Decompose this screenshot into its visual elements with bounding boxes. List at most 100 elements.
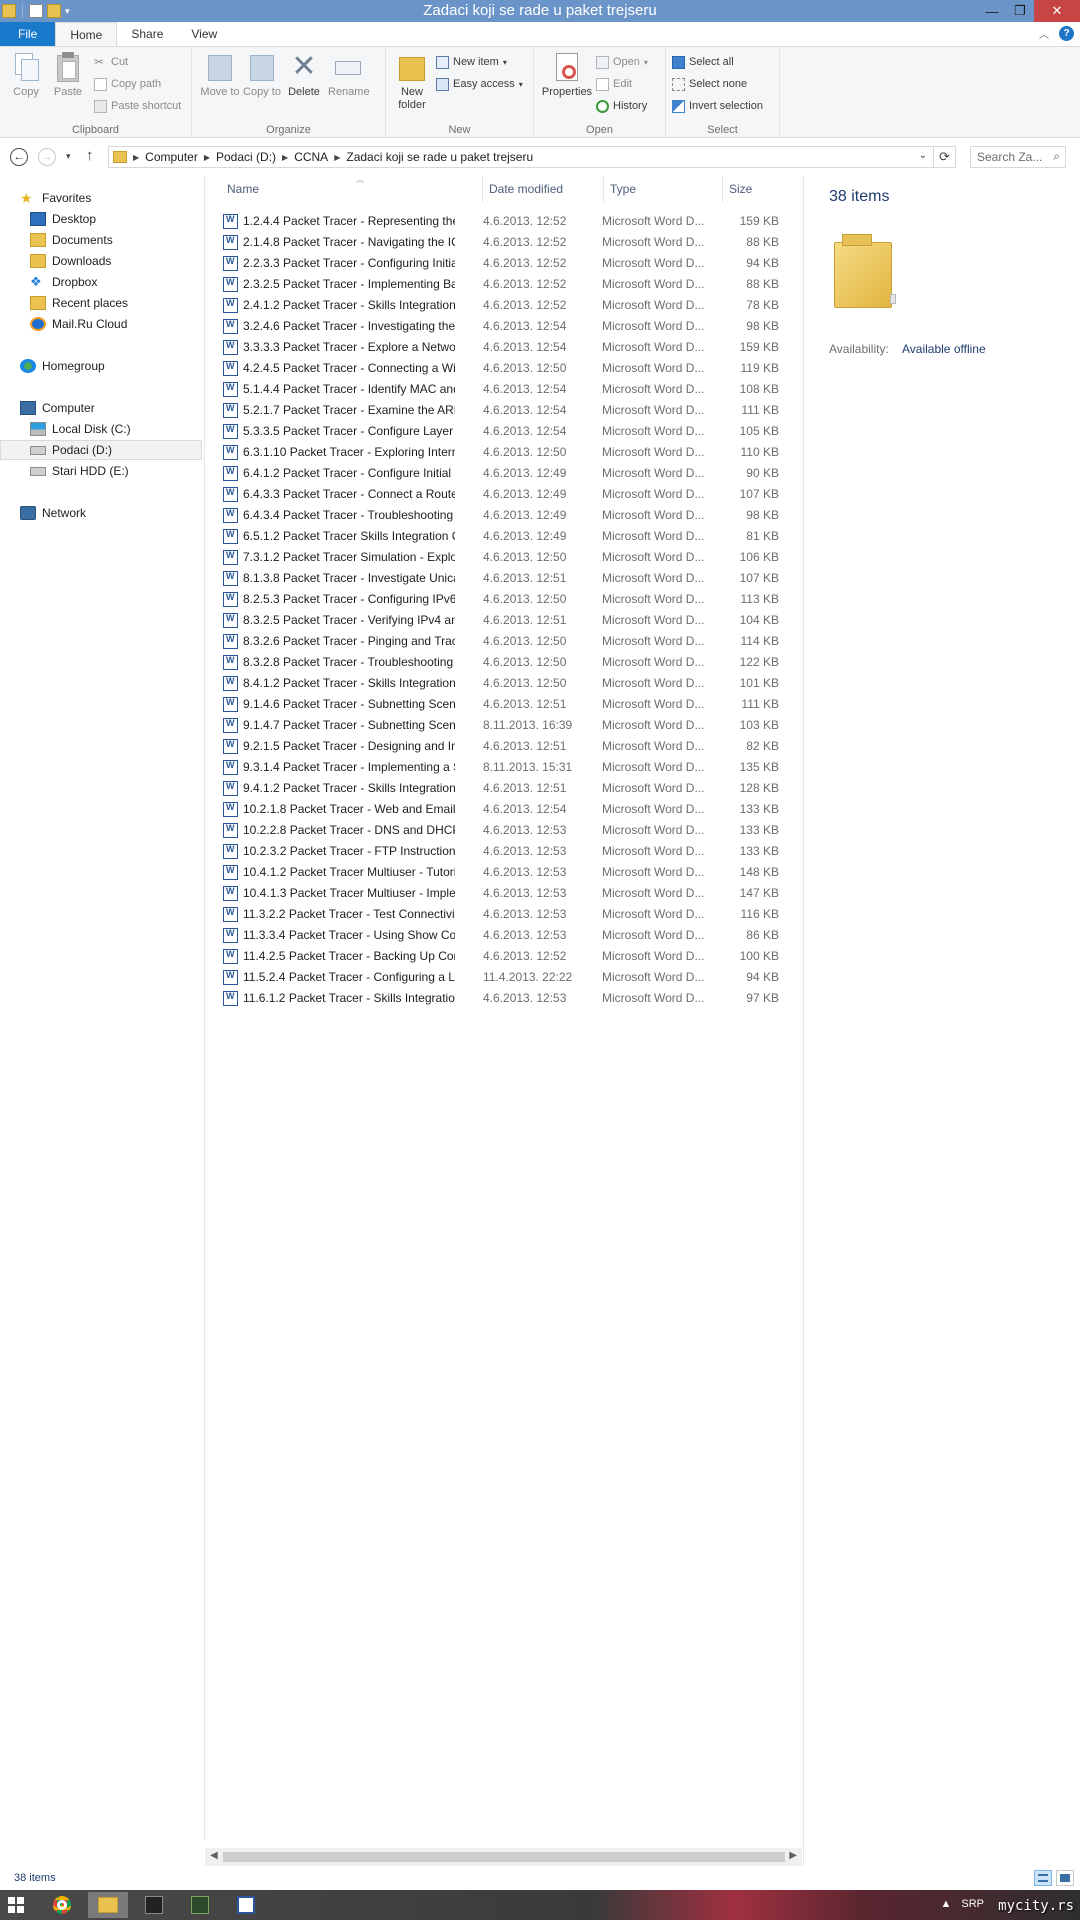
move-to-button[interactable]: Move to: [200, 51, 240, 99]
copy-button[interactable]: Copy: [6, 51, 46, 99]
file-row[interactable]: 2.3.2.5 Packet Tracer - Implementing Bas…: [221, 274, 799, 295]
tab-home[interactable]: Home: [55, 22, 118, 46]
recent-locations-button[interactable]: ▾: [66, 151, 71, 162]
file-row[interactable]: 10.2.3.2 Packet Tracer - FTP Instruction…: [221, 841, 799, 862]
history-button[interactable]: History: [596, 97, 647, 115]
file-row[interactable]: 9.2.1.5 Packet Tracer - Designing and Im…: [221, 736, 799, 757]
file-row[interactable]: 5.2.1.7 Packet Tracer - Examine the ARP …: [221, 400, 799, 421]
file-row[interactable]: 11.3.3.4 Packet Tracer - Using Show Com.…: [221, 925, 799, 946]
file-row[interactable]: 10.4.1.2 Packet Tracer Multiuser - Tutor…: [221, 862, 799, 883]
nav-homegroup[interactable]: Homegroup: [20, 356, 105, 376]
file-row[interactable]: 9.3.1.4 Packet Tracer - Implementing a S…: [221, 757, 799, 778]
forward-button[interactable]: →: [38, 148, 56, 166]
address-dropdown-icon[interactable]: ⌄: [919, 150, 927, 161]
column-header-date-modified[interactable]: Date modified: [483, 176, 604, 202]
new-item-button[interactable]: New item ▾: [436, 53, 507, 71]
file-row[interactable]: 8.3.2.8 Packet Tracer - Troubleshooting …: [221, 652, 799, 673]
file-row[interactable]: 8.3.2.5 Packet Tracer - Verifying IPv4 a…: [221, 610, 799, 631]
scrollbar-thumb[interactable]: [223, 1852, 785, 1862]
refresh-button[interactable]: ⟳: [934, 146, 956, 168]
large-icons-view-button[interactable]: [1056, 1870, 1074, 1886]
scroll-right-icon[interactable]: ▶: [789, 1850, 797, 1861]
search-input[interactable]: Search Za... ⌕: [970, 146, 1066, 168]
file-row[interactable]: 2.1.4.8 Packet Tracer - Navigating the I…: [221, 232, 799, 253]
nav-mailru-cloud[interactable]: Mail.Ru Cloud: [30, 314, 127, 334]
nav-dropbox[interactable]: ❖ Dropbox: [30, 272, 97, 292]
breadcrumb-computer[interactable]: Computer: [139, 150, 204, 164]
tab-share[interactable]: Share: [117, 22, 177, 46]
nav-local-disk-c[interactable]: Local Disk (C:): [30, 419, 131, 439]
file-row[interactable]: 9.4.1.2 Packet Tracer - Skills Integrati…: [221, 778, 799, 799]
easy-access-button[interactable]: Easy access ▾: [436, 75, 523, 93]
file-row[interactable]: 11.6.1.2 Packet Tracer - Skills Integrat…: [221, 988, 799, 1009]
minimize-button[interactable]: —: [978, 0, 1006, 22]
word-icon[interactable]: [226, 1892, 266, 1918]
horizontal-scrollbar[interactable]: ◀ ▶: [205, 1848, 802, 1866]
breadcrumb-podaci[interactable]: Podaci (D:): [210, 150, 282, 164]
file-row[interactable]: 8.2.5.3 Packet Tracer - Configuring IPv6…: [221, 589, 799, 610]
breadcrumb-current-folder[interactable]: Zadaci koji se rade u paket trejseru: [340, 150, 539, 164]
file-row[interactable]: 10.2.2.8 Packet Tracer - DNS and DHCP I.…: [221, 820, 799, 841]
file-row[interactable]: 7.3.1.2 Packet Tracer Simulation - Explo…: [221, 547, 799, 568]
file-row[interactable]: 8.1.3.8 Packet Tracer - Investigate Unic…: [221, 568, 799, 589]
invert-selection-button[interactable]: Invert selection: [672, 97, 763, 115]
nav-documents[interactable]: Documents: [30, 230, 113, 250]
tab-view[interactable]: View: [177, 22, 231, 46]
file-row[interactable]: 10.4.1.3 Packet Tracer Multiuser - Imple…: [221, 883, 799, 904]
file-row[interactable]: 3.2.4.6 Packet Tracer - Investigating th…: [221, 316, 799, 337]
file-row[interactable]: 2.4.1.2 Packet Tracer - Skills Integrati…: [221, 295, 799, 316]
start-icon[interactable]: [8, 1897, 24, 1913]
language-indicator[interactable]: SRP: [961, 1898, 984, 1910]
column-header-type[interactable]: Type: [604, 176, 723, 202]
file-row[interactable]: 8.3.2.6 Packet Tracer - Pinging and Trac…: [221, 631, 799, 652]
paste-shortcut-button[interactable]: Paste shortcut: [94, 97, 181, 115]
details-view-button[interactable]: [1034, 1870, 1052, 1886]
file-row[interactable]: 11.5.2.4 Packet Tracer - Configuring a L…: [221, 967, 799, 988]
nav-favorites[interactable]: ★ Favorites: [20, 188, 91, 208]
file-explorer-icon[interactable]: [88, 1892, 128, 1918]
paste-button[interactable]: Paste: [48, 51, 88, 99]
nav-recent-places[interactable]: Recent places: [30, 293, 128, 313]
breadcrumb-ccna[interactable]: CCNA: [288, 150, 334, 164]
copy-to-button[interactable]: Copy to: [242, 51, 282, 99]
file-row[interactable]: 3.3.3.3 Packet Tracer - Explore a Networ…: [221, 337, 799, 358]
close-button[interactable]: ✕: [1034, 0, 1080, 22]
back-button[interactable]: ←: [10, 148, 28, 166]
edit-button[interactable]: Edit: [596, 75, 632, 93]
select-all-button[interactable]: Select all: [672, 53, 734, 71]
help-icon[interactable]: ?: [1059, 26, 1074, 41]
file-row[interactable]: 2.2.3.3 Packet Tracer - Configuring Init…: [221, 253, 799, 274]
game-icon[interactable]: [180, 1892, 220, 1918]
address-bar[interactable]: ▶ Computer ▶ Podaci (D:) ▶ CCNA ▶ Zadaci…: [108, 146, 934, 168]
file-row[interactable]: 8.4.1.2 Packet Tracer - Skills Integrati…: [221, 673, 799, 694]
chrome-icon[interactable]: [42, 1892, 82, 1918]
nav-desktop[interactable]: Desktop: [30, 209, 96, 229]
file-row[interactable]: 6.5.1.2 Packet Tracer Skills Integration…: [221, 526, 799, 547]
file-row[interactable]: 11.3.2.2 Packet Tracer - Test Connectivi…: [221, 904, 799, 925]
file-row[interactable]: 11.4.2.5 Packet Tracer - Backing Up Conf…: [221, 946, 799, 967]
new-folder-button[interactable]: New folder: [392, 51, 432, 112]
file-row[interactable]: 6.4.3.3 Packet Tracer - Connect a Router…: [221, 484, 799, 505]
file-row[interactable]: 5.3.3.5 Packet Tracer - Configure Layer …: [221, 421, 799, 442]
file-row[interactable]: 5.1.4.4 Packet Tracer - Identify MAC and…: [221, 379, 799, 400]
select-none-button[interactable]: Select none: [672, 75, 747, 93]
terminal-icon[interactable]: [134, 1892, 174, 1918]
file-row[interactable]: 6.4.3.4 Packet Tracer - Troubleshooting …: [221, 505, 799, 526]
file-row[interactable]: 6.3.1.10 Packet Tracer - Exploring Inter…: [221, 442, 799, 463]
nav-stari-hdd-e[interactable]: Stari HDD (E:): [30, 461, 129, 481]
file-row[interactable]: 9.1.4.6 Packet Tracer - Subnetting Scena…: [221, 694, 799, 715]
copy-path-button[interactable]: Copy path: [94, 75, 161, 93]
scroll-left-icon[interactable]: ◀: [210, 1850, 218, 1861]
tray-arrow-icon[interactable]: ▲: [940, 1898, 951, 1910]
nav-network[interactable]: Network: [20, 503, 86, 523]
cut-button[interactable]: ✂ Cut: [94, 53, 128, 71]
delete-button[interactable]: ✕ Delete: [284, 51, 324, 99]
file-row[interactable]: 10.2.1.8 Packet Tracer - Web and Email I…: [221, 799, 799, 820]
nav-computer[interactable]: Computer: [20, 398, 95, 418]
minimize-ribbon-icon[interactable]: ︿: [1039, 26, 1049, 41]
maximize-button[interactable]: ❐: [1006, 0, 1034, 22]
nav-downloads[interactable]: Downloads: [30, 251, 111, 271]
file-row[interactable]: 1.2.4.4 Packet Tracer - Representing the…: [221, 211, 799, 232]
column-header-size[interactable]: Size: [723, 176, 802, 202]
file-row[interactable]: 9.1.4.7 Packet Tracer - Subnetting Scena…: [221, 715, 799, 736]
